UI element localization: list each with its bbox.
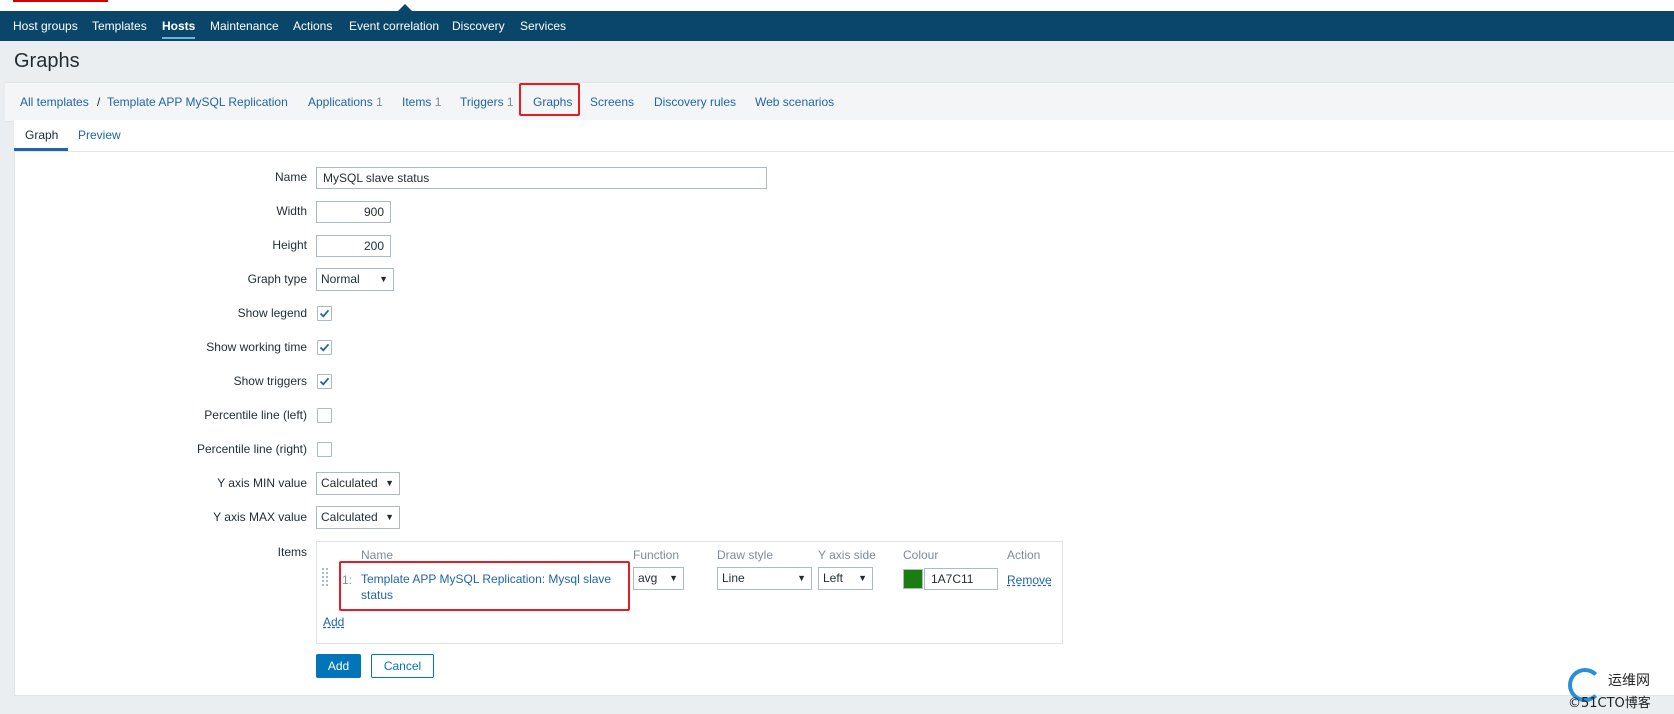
show-working-time-label: Show working time — [206, 340, 307, 354]
cancel-button[interactable]: Cancel — [371, 654, 434, 678]
tab-preview[interactable]: Preview — [78, 128, 121, 142]
remove-item-link[interactable]: Remove — [1007, 573, 1052, 587]
dropdown-arrow-icon: ▼ — [669, 573, 678, 583]
drag-handle-icon[interactable] — [322, 568, 328, 586]
y-axis-side-select[interactable]: Left ▼ — [818, 567, 873, 590]
nav-host-groups[interactable]: Host groups — [13, 11, 78, 41]
show-legend-label: Show legend — [237, 306, 307, 320]
tab-applications[interactable]: Applications 1 — [308, 83, 383, 121]
items-label: Items — [277, 545, 307, 559]
dropdown-arrow-icon: ▼ — [379, 274, 388, 284]
y-min-value: Calculated — [321, 476, 378, 490]
applications-label: Applications — [308, 95, 373, 109]
page-title: Graphs — [14, 50, 80, 72]
show-triggers-checkbox[interactable] — [317, 374, 332, 389]
checkmark-icon — [319, 377, 330, 386]
nav-event-correlation[interactable]: Event correlation — [349, 11, 439, 41]
items-label: Items — [402, 95, 432, 109]
tab-graph[interactable]: Graph — [25, 128, 58, 142]
graph-type-label: Graph type — [247, 272, 307, 286]
triggers-label: Triggers — [460, 95, 504, 109]
watermark-line1: 运维网 — [1608, 673, 1650, 689]
top-strip — [0, 0, 1674, 11]
triggers-count: 1 — [506, 95, 514, 109]
tab-triggers[interactable]: Triggers 1 — [460, 83, 514, 121]
dropdown-arrow-icon: ▼ — [385, 478, 394, 488]
draw-style-select[interactable]: Line ▼ — [717, 567, 812, 590]
percentile-left-checkbox[interactable] — [317, 408, 332, 423]
add-button[interactable]: Add — [316, 654, 361, 678]
name-label: Name — [274, 170, 307, 184]
graphs-highlight-box — [519, 83, 580, 116]
top-navigation: Host groups Templates Hosts Maintenance … — [0, 11, 1674, 41]
items-count: 1 — [434, 95, 442, 109]
nav-services[interactable]: Services — [520, 11, 566, 41]
show-working-time-checkbox[interactable] — [317, 340, 332, 355]
dropdown-arrow-icon: ▼ — [797, 573, 806, 583]
name-field[interactable]: MySQL slave status — [316, 167, 767, 189]
y-min-label: Y axis MIN value — [217, 476, 307, 490]
applications-count: 1 — [376, 95, 383, 109]
active-tab-indicator — [14, 148, 68, 151]
nav-maintenance[interactable]: Maintenance — [210, 11, 279, 41]
col-header-name: Name — [361, 548, 394, 562]
logo-accent — [13, 0, 108, 2]
graph-type-value: Normal — [321, 272, 360, 286]
y-axis-side-value: Left — [823, 571, 844, 585]
colour-swatch[interactable] — [903, 569, 923, 589]
function-select[interactable]: avg ▼ — [633, 567, 684, 590]
draw-style-value: Line — [722, 571, 745, 585]
y-max-value: Calculated — [321, 510, 378, 524]
percentile-right-checkbox[interactable] — [317, 442, 332, 457]
tab-discovery-rules[interactable]: Discovery rules — [654, 83, 736, 121]
tab-items[interactable]: Items 1 — [402, 83, 441, 121]
col-header-action: Action — [1007, 548, 1041, 562]
colour-field[interactable]: 1A7C11 — [924, 568, 998, 590]
submenu-caret — [398, 4, 412, 11]
height-field[interactable]: 200 — [316, 235, 391, 257]
height-label: Height — [272, 238, 307, 252]
function-value: avg — [638, 571, 658, 585]
percentile-right-label: Percentile line (right) — [196, 442, 307, 456]
percentile-left-label: Percentile line (left) — [204, 408, 307, 422]
tab-web-scenarios[interactable]: Web scenarios — [755, 83, 834, 121]
nav-discovery[interactable]: Discovery — [452, 11, 505, 41]
checkmark-icon — [319, 309, 330, 318]
graph-type-select[interactable]: Normal ▼ — [316, 268, 394, 291]
dropdown-arrow-icon: ▼ — [385, 512, 394, 522]
watermark-line2: ©51CTO博客 — [1568, 696, 1651, 711]
col-header-y-axis-side: Y axis side — [818, 548, 876, 562]
show-legend-checkbox[interactable] — [317, 306, 332, 321]
nav-hosts[interactable]: Hosts — [162, 11, 196, 41]
col-header-function: Function — [633, 548, 680, 562]
y-max-label: Y axis MAX value — [213, 510, 307, 524]
breadcrumb-template[interactable]: Template APP MySQL Replication — [107, 83, 288, 121]
nav-actions[interactable]: Actions — [293, 11, 332, 41]
tab-screens[interactable]: Screens — [590, 83, 634, 121]
breadcrumb-all-templates[interactable]: All templates — [20, 83, 89, 121]
y-max-select[interactable]: Calculated ▼ — [316, 506, 400, 529]
show-triggers-label: Show triggers — [233, 374, 307, 388]
add-item-link[interactable]: Add — [323, 615, 344, 629]
dropdown-arrow-icon: ▼ — [858, 573, 867, 583]
checkmark-icon — [319, 343, 330, 352]
breadcrumb-bar: All templates / Template APP MySQL Repli… — [5, 82, 1674, 122]
form-tabs: Graph Preview — [14, 120, 1674, 152]
col-header-draw-style: Draw style — [717, 548, 774, 562]
width-label: Width — [276, 204, 307, 218]
y-min-select[interactable]: Calculated ▼ — [316, 472, 400, 495]
width-field[interactable]: 900 — [316, 201, 391, 223]
nav-templates[interactable]: Templates — [92, 11, 147, 41]
breadcrumb-separator: / — [97, 95, 101, 109]
col-header-colour: Colour — [903, 548, 939, 562]
watermark: 运维网 ©51CTO博客 — [1568, 668, 1668, 711]
item-highlight-box — [339, 561, 630, 611]
